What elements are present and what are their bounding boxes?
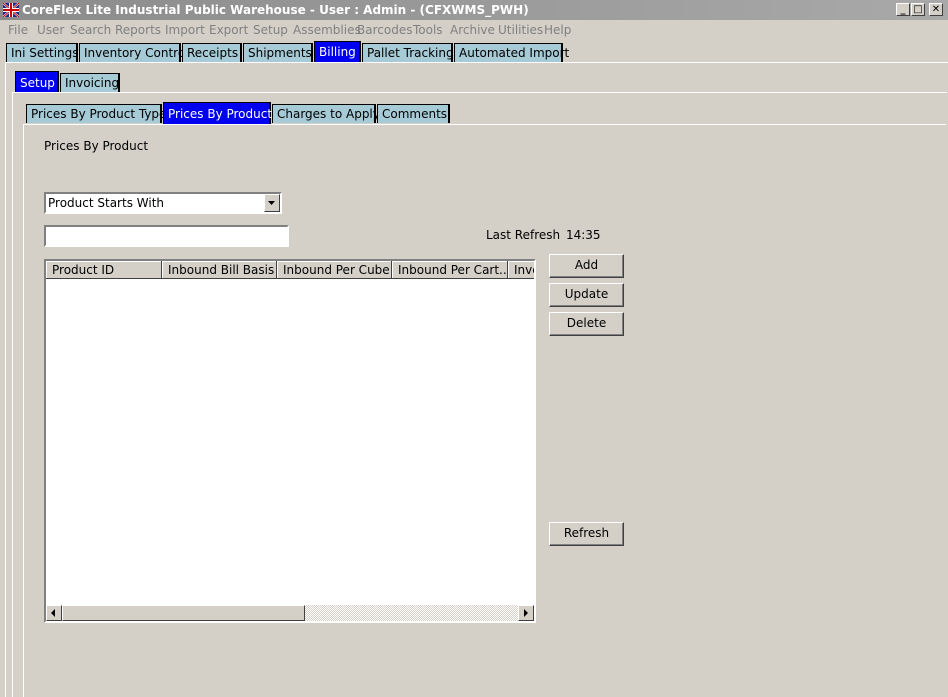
close-button[interactable]: ✕ — [929, 3, 943, 16]
minimize-button[interactable]: _ — [896, 3, 910, 16]
tab-charges-to-apply[interactable]: Charges to Apply — [272, 104, 380, 123]
update-button[interactable]: Update — [549, 283, 624, 307]
menu-import[interactable]: Import — [165, 23, 205, 37]
delete-button[interactable]: Delete — [549, 312, 624, 336]
menu-bar: File User Search Reports Import Export S… — [0, 21, 948, 39]
window-title: CoreFlex Lite Industrial Public Warehous… — [22, 3, 529, 17]
menu-assemblies[interactable]: Assemblies — [293, 23, 361, 37]
column-header-inventory[interactable]: Inve — [508, 261, 534, 279]
menu-export[interactable]: Export — [209, 23, 248, 37]
app-flag-icon — [3, 3, 19, 17]
menu-search[interactable]: Search — [70, 23, 111, 37]
prices-table[interactable]: Product ID Inbound Bill Basis Inbound Pe… — [44, 259, 536, 623]
tab-ini-settings[interactable]: Ini Settings — [6, 43, 79, 62]
add-button[interactable]: Add — [549, 254, 624, 278]
column-header-product-id[interactable]: Product ID — [46, 261, 162, 279]
last-refresh: Last Refresh 14:35 — [486, 228, 601, 242]
maximize-button[interactable]: □ — [911, 3, 925, 16]
title-bar: CoreFlex Lite Industrial Public Warehous… — [0, 0, 948, 20]
chevron-down-icon — [268, 201, 275, 205]
arrow-right-icon — [524, 609, 528, 617]
tab-comments[interactable]: Comments — [377, 104, 450, 123]
panel-heading: Prices By Product — [44, 139, 149, 153]
tab-invoicing[interactable]: Invoicing — [60, 73, 120, 92]
column-header-inbound-per-carton[interactable]: Inbound Per Cart... — [392, 261, 508, 279]
menu-barcodes[interactable]: Barcodes — [357, 23, 412, 37]
menu-file[interactable]: File — [8, 23, 28, 37]
horizontal-scrollbar[interactable] — [46, 605, 534, 621]
tab-receipts[interactable]: Receipts — [182, 43, 242, 62]
tab-inventory-control[interactable]: Inventory Control — [79, 43, 189, 62]
last-refresh-time: 14:35 — [565, 228, 601, 242]
filter-select[interactable]: Product Starts With — [44, 192, 282, 214]
dropdown-arrow-button[interactable] — [264, 194, 280, 212]
tab-shipments[interactable]: Shipments — [243, 43, 313, 62]
refresh-button[interactable]: Refresh — [549, 522, 624, 546]
menu-tools[interactable]: Tools — [413, 23, 443, 37]
menu-help[interactable]: Help — [544, 23, 571, 37]
menu-user[interactable]: User — [37, 23, 64, 37]
tab-prices-by-product-type[interactable]: Prices By Product Type — [26, 104, 166, 123]
table-header: Product ID Inbound Bill Basis Inbound Pe… — [46, 261, 534, 279]
tab-prices-by-product[interactable]: Prices By Product — [163, 102, 272, 124]
column-header-inbound-bill-basis[interactable]: Inbound Bill Basis — [162, 261, 277, 279]
tab-automated-import[interactable]: Automated Import — [454, 43, 569, 62]
menu-archive[interactable]: Archive — [450, 23, 495, 37]
tab-setup[interactable]: Setup — [15, 71, 59, 93]
menu-setup[interactable]: Setup — [253, 23, 288, 37]
tab-pallet-tracking[interactable]: Pallet Tracking — [362, 43, 454, 62]
table-body — [46, 279, 534, 605]
scroll-left-button[interactable] — [46, 605, 62, 621]
menu-utilities[interactable]: Utilities — [498, 23, 543, 37]
filter-select-value: Product Starts With — [48, 196, 165, 210]
arrow-left-icon — [51, 609, 55, 617]
filter-input[interactable] — [44, 225, 289, 247]
last-refresh-label: Last Refresh — [486, 228, 561, 242]
scroll-right-button[interactable] — [518, 605, 534, 621]
tab-billing[interactable]: Billing — [314, 41, 361, 62]
column-header-inbound-per-cube[interactable]: Inbound Per Cube — [277, 261, 392, 279]
menu-reports[interactable]: Reports — [115, 23, 161, 37]
scroll-thumb[interactable] — [62, 605, 305, 621]
